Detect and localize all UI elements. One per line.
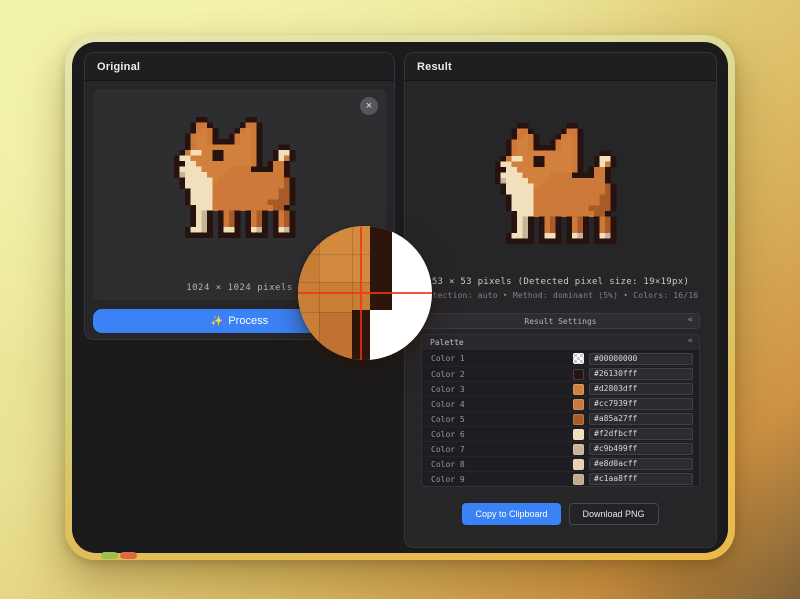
color-swatch[interactable] (573, 384, 584, 395)
result-settings-label: Result Settings (524, 317, 596, 326)
remove-image-button[interactable]: × (360, 97, 378, 115)
color-hex-input[interactable]: #c9b499ff (589, 443, 693, 455)
crosshair-horizontal-line (298, 292, 432, 294)
palette-row: Color 4 #cc7939ff (422, 396, 699, 411)
magnifier-loupe (298, 226, 432, 360)
palette-row: Color 1 #00000000 (422, 351, 699, 366)
color-swatch[interactable] (573, 459, 584, 470)
window-accent-red (120, 552, 137, 559)
palette-row: Color 6 #f2dfbcff (422, 426, 699, 441)
color-swatch[interactable] (573, 474, 584, 485)
result-panel-header: Result (405, 53, 716, 81)
result-panel-body: 53 × 53 pixels (Detected pixel size: 19×… (405, 81, 716, 533)
sparkles-icon: ✨ (211, 316, 223, 327)
color-hex-input[interactable]: #f2dfbcff (589, 428, 693, 440)
color-label: Color 6 (431, 430, 573, 439)
color-label: Color 2 (431, 370, 573, 379)
result-image-wrapper (413, 89, 708, 277)
color-swatch[interactable] (573, 369, 584, 380)
result-pixel-art-image (495, 123, 627, 244)
original-pixel-art-image (174, 117, 306, 238)
palette-rows: Color 1 #00000000 Color 2 #26130fff Colo… (422, 351, 699, 486)
result-actions: Copy to Clipboard Download PNG (413, 503, 708, 525)
color-hex-input[interactable]: #cc7939ff (589, 398, 693, 410)
crosshair-vertical-line (360, 226, 362, 360)
palette-row: Color 9 #c1aa8fff (422, 471, 699, 486)
copy-to-clipboard-button[interactable]: Copy to Clipboard (462, 503, 560, 525)
result-detection-label: Detection: auto • Method: dominant (5%) … (413, 291, 708, 300)
color-hex-input[interactable]: #e8d0acff (589, 458, 693, 470)
process-button-label: Process (228, 315, 268, 327)
download-png-button[interactable]: Download PNG (569, 503, 659, 525)
original-panel-header: Original (85, 53, 394, 81)
close-icon: × (366, 100, 372, 112)
color-hex-input[interactable]: #a85a27ff (589, 413, 693, 425)
color-swatch[interactable] (573, 353, 584, 364)
color-hex-input[interactable]: #26130fff (589, 368, 693, 380)
palette-row: Color 5 #a85a27ff (422, 411, 699, 426)
color-swatch[interactable] (573, 444, 584, 455)
color-hex-input[interactable]: #00000000 (589, 353, 693, 365)
color-swatch[interactable] (573, 429, 584, 440)
palette-row: Color 7 #c9b499ff (422, 441, 699, 456)
color-swatch[interactable] (573, 414, 584, 425)
palette-header[interactable]: Palette « (422, 335, 699, 351)
color-hex-input[interactable]: #d2803dff (589, 383, 693, 395)
palette-section: Palette « Color 1 #00000000 Color 2 #261… (421, 334, 700, 487)
loupe-zoom-region (319, 312, 351, 360)
color-label: Color 7 (431, 445, 573, 454)
original-panel-title: Original (97, 61, 140, 73)
loupe-zoom-region (370, 226, 391, 310)
color-label: Color 4 (431, 400, 573, 409)
color-label: Color 1 (431, 354, 573, 363)
result-dimensions-label: 53 × 53 pixels (Detected pixel size: 19×… (413, 277, 708, 287)
window-accent-green (101, 552, 118, 559)
palette-row: Color 3 #d2803dff (422, 381, 699, 396)
color-label: Color 5 (431, 415, 573, 424)
collapse-icon: « (688, 315, 693, 325)
palette-row: Color 8 #e8d0acff (422, 456, 699, 471)
color-swatch[interactable] (573, 399, 584, 410)
result-panel-title: Result (417, 61, 452, 73)
color-label: Color 8 (431, 460, 573, 469)
palette-title: Palette (430, 338, 464, 347)
color-label: Color 9 (431, 475, 573, 484)
collapse-icon: « (688, 336, 693, 346)
result-panel: Result 53 × 53 pixels (Detected pixel si… (404, 52, 717, 548)
palette-row: Color 2 #26130fff (422, 366, 699, 381)
color-label: Color 3 (431, 385, 573, 394)
color-hex-input[interactable]: #c1aa8fff (589, 473, 693, 485)
result-settings-bar[interactable]: Result Settings « (421, 313, 700, 329)
